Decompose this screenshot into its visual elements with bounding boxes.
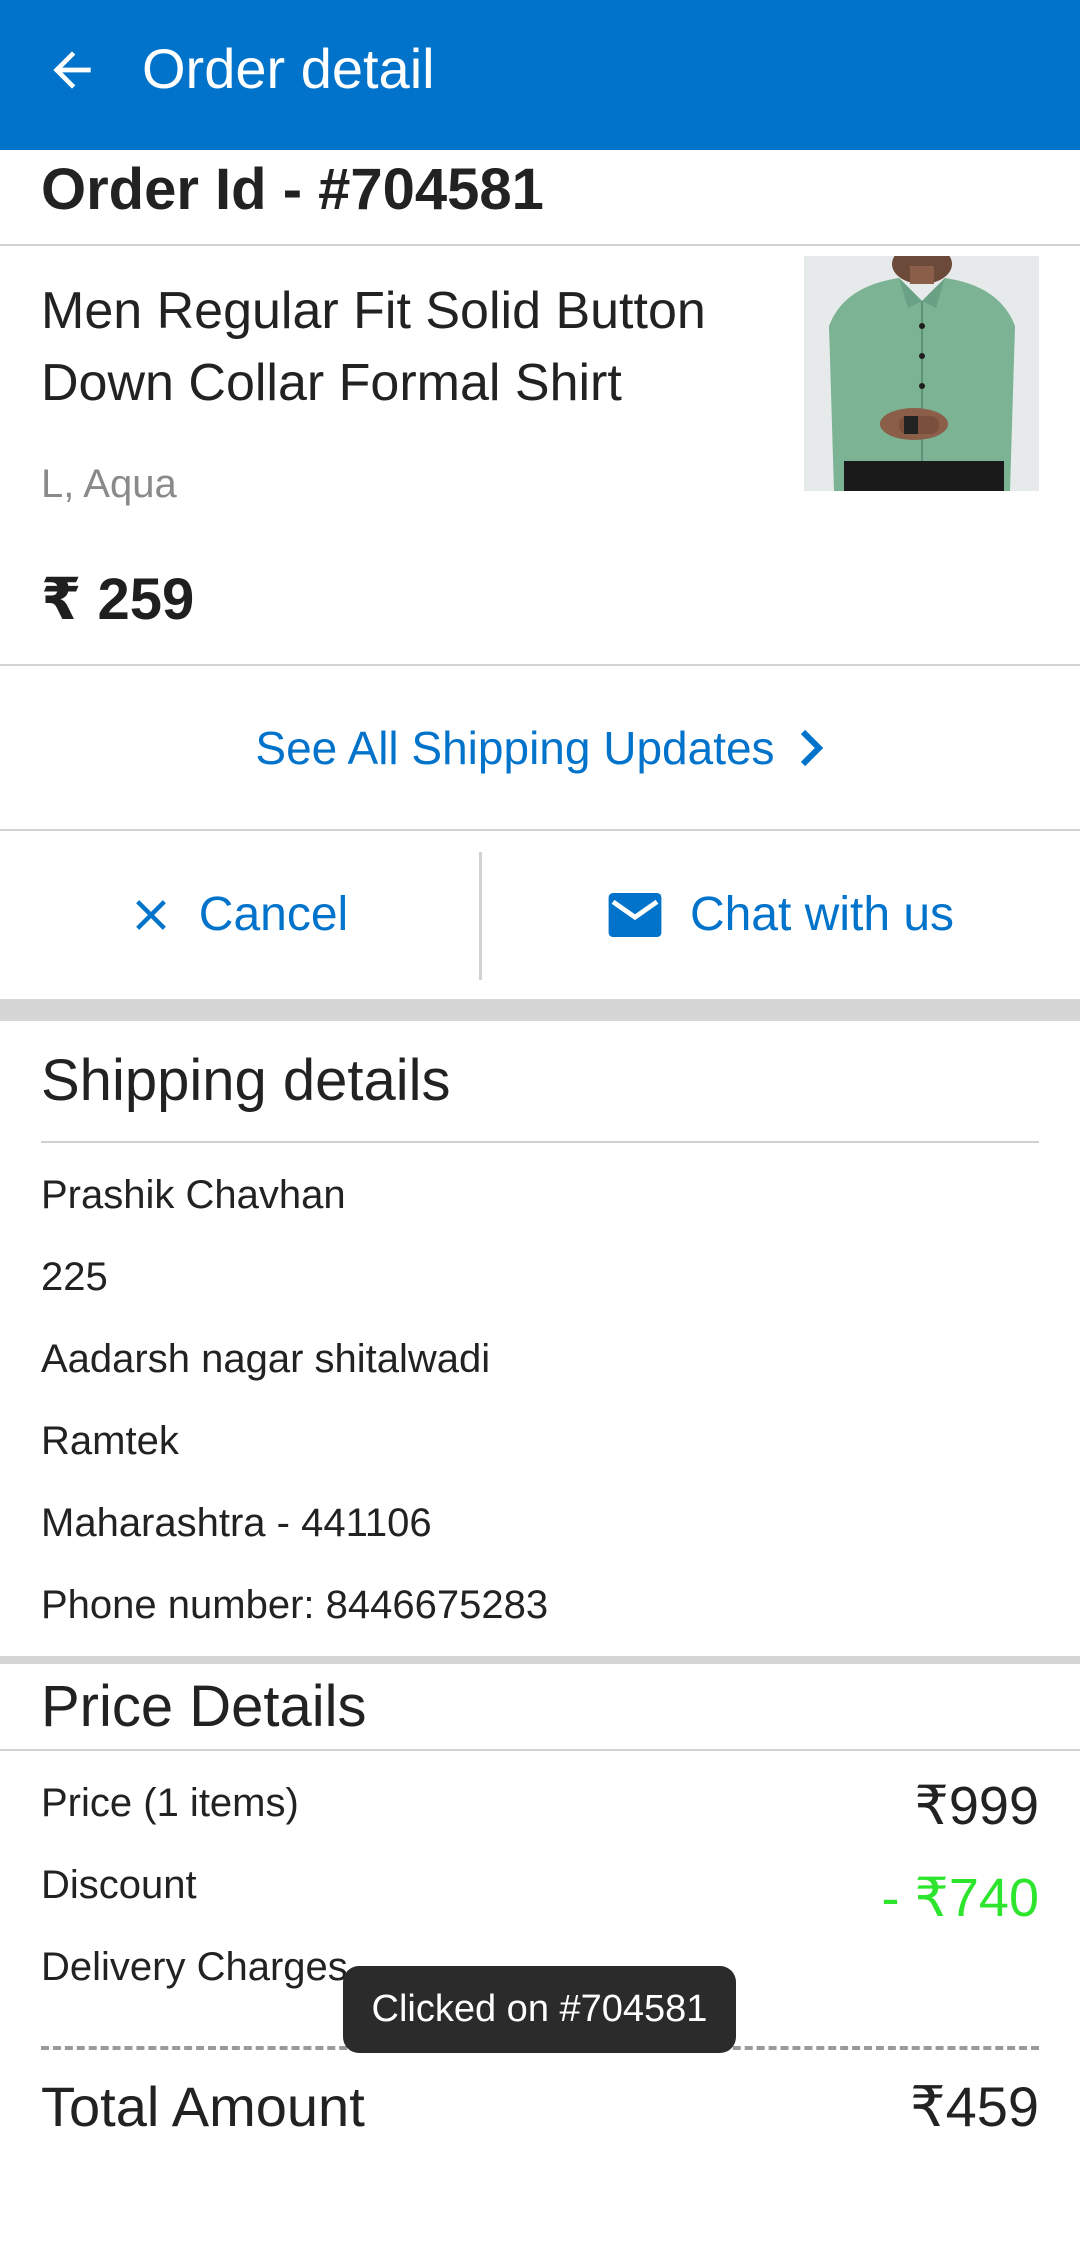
cancel-label: Cancel: [198, 888, 349, 941]
shipping-state-pincode: Maharashtra - 441106: [41, 1501, 432, 1545]
shipping-address-line: Aadarsh nagar shitalwadi: [41, 1337, 491, 1381]
shipping-name: Prashik Chavhan: [41, 1173, 346, 1217]
app-bar: Order detail: [0, 0, 1080, 150]
total-amount-label: Total Amount: [41, 2075, 365, 2138]
divider: [0, 1749, 1080, 1751]
product-price: ₹ 259: [41, 567, 195, 632]
product-variant: L, Aqua: [41, 462, 177, 506]
toast-message: Clicked on #704581: [343, 1966, 736, 2053]
delivery-charges-label: Delivery Charges: [41, 1945, 348, 1989]
price-label: Price (1 items): [41, 1781, 299, 1825]
divider: [0, 244, 1080, 246]
section-separator: [0, 999, 1080, 1021]
mail-icon: [608, 892, 662, 937]
divider: [41, 1141, 1039, 1143]
divider: [0, 829, 1080, 831]
cancel-button[interactable]: Cancel: [0, 832, 479, 997]
discount-value: - ₹740: [881, 1868, 1039, 1928]
total-amount-value: ₹459: [909, 2075, 1039, 2138]
price-details-title: Price Details: [41, 1674, 367, 1739]
close-icon: [135, 899, 166, 930]
chevron-right-icon: [800, 729, 823, 767]
shipping-city: Ramtek: [41, 1419, 179, 1463]
shipping-address-line: 225: [41, 1255, 108, 1299]
order-id: Order Id - #704581: [41, 157, 544, 222]
shipping-details-title: Shipping details: [41, 1048, 451, 1113]
chat-label: Chat with us: [689, 888, 955, 941]
shipping-link-label: See All Shipping Updates: [255, 722, 775, 774]
price-value: ₹999: [914, 1776, 1039, 1836]
section-separator: [0, 1656, 1080, 1664]
page-title: Order detail: [142, 37, 435, 100]
arrow-left-icon[interactable]: [44, 42, 100, 98]
see-all-shipping-updates-link[interactable]: See All Shipping Updates: [0, 667, 1080, 829]
shipping-phone: Phone number: 8446675283: [41, 1583, 549, 1627]
divider: [0, 664, 1080, 666]
product-name: Men Regular Fit Solid Button Down Collar…: [41, 282, 706, 412]
shirt-product-image[interactable]: [804, 256, 1039, 491]
discount-label: Discount: [41, 1863, 197, 1907]
chat-with-us-button[interactable]: Chat with us: [482, 832, 1080, 997]
